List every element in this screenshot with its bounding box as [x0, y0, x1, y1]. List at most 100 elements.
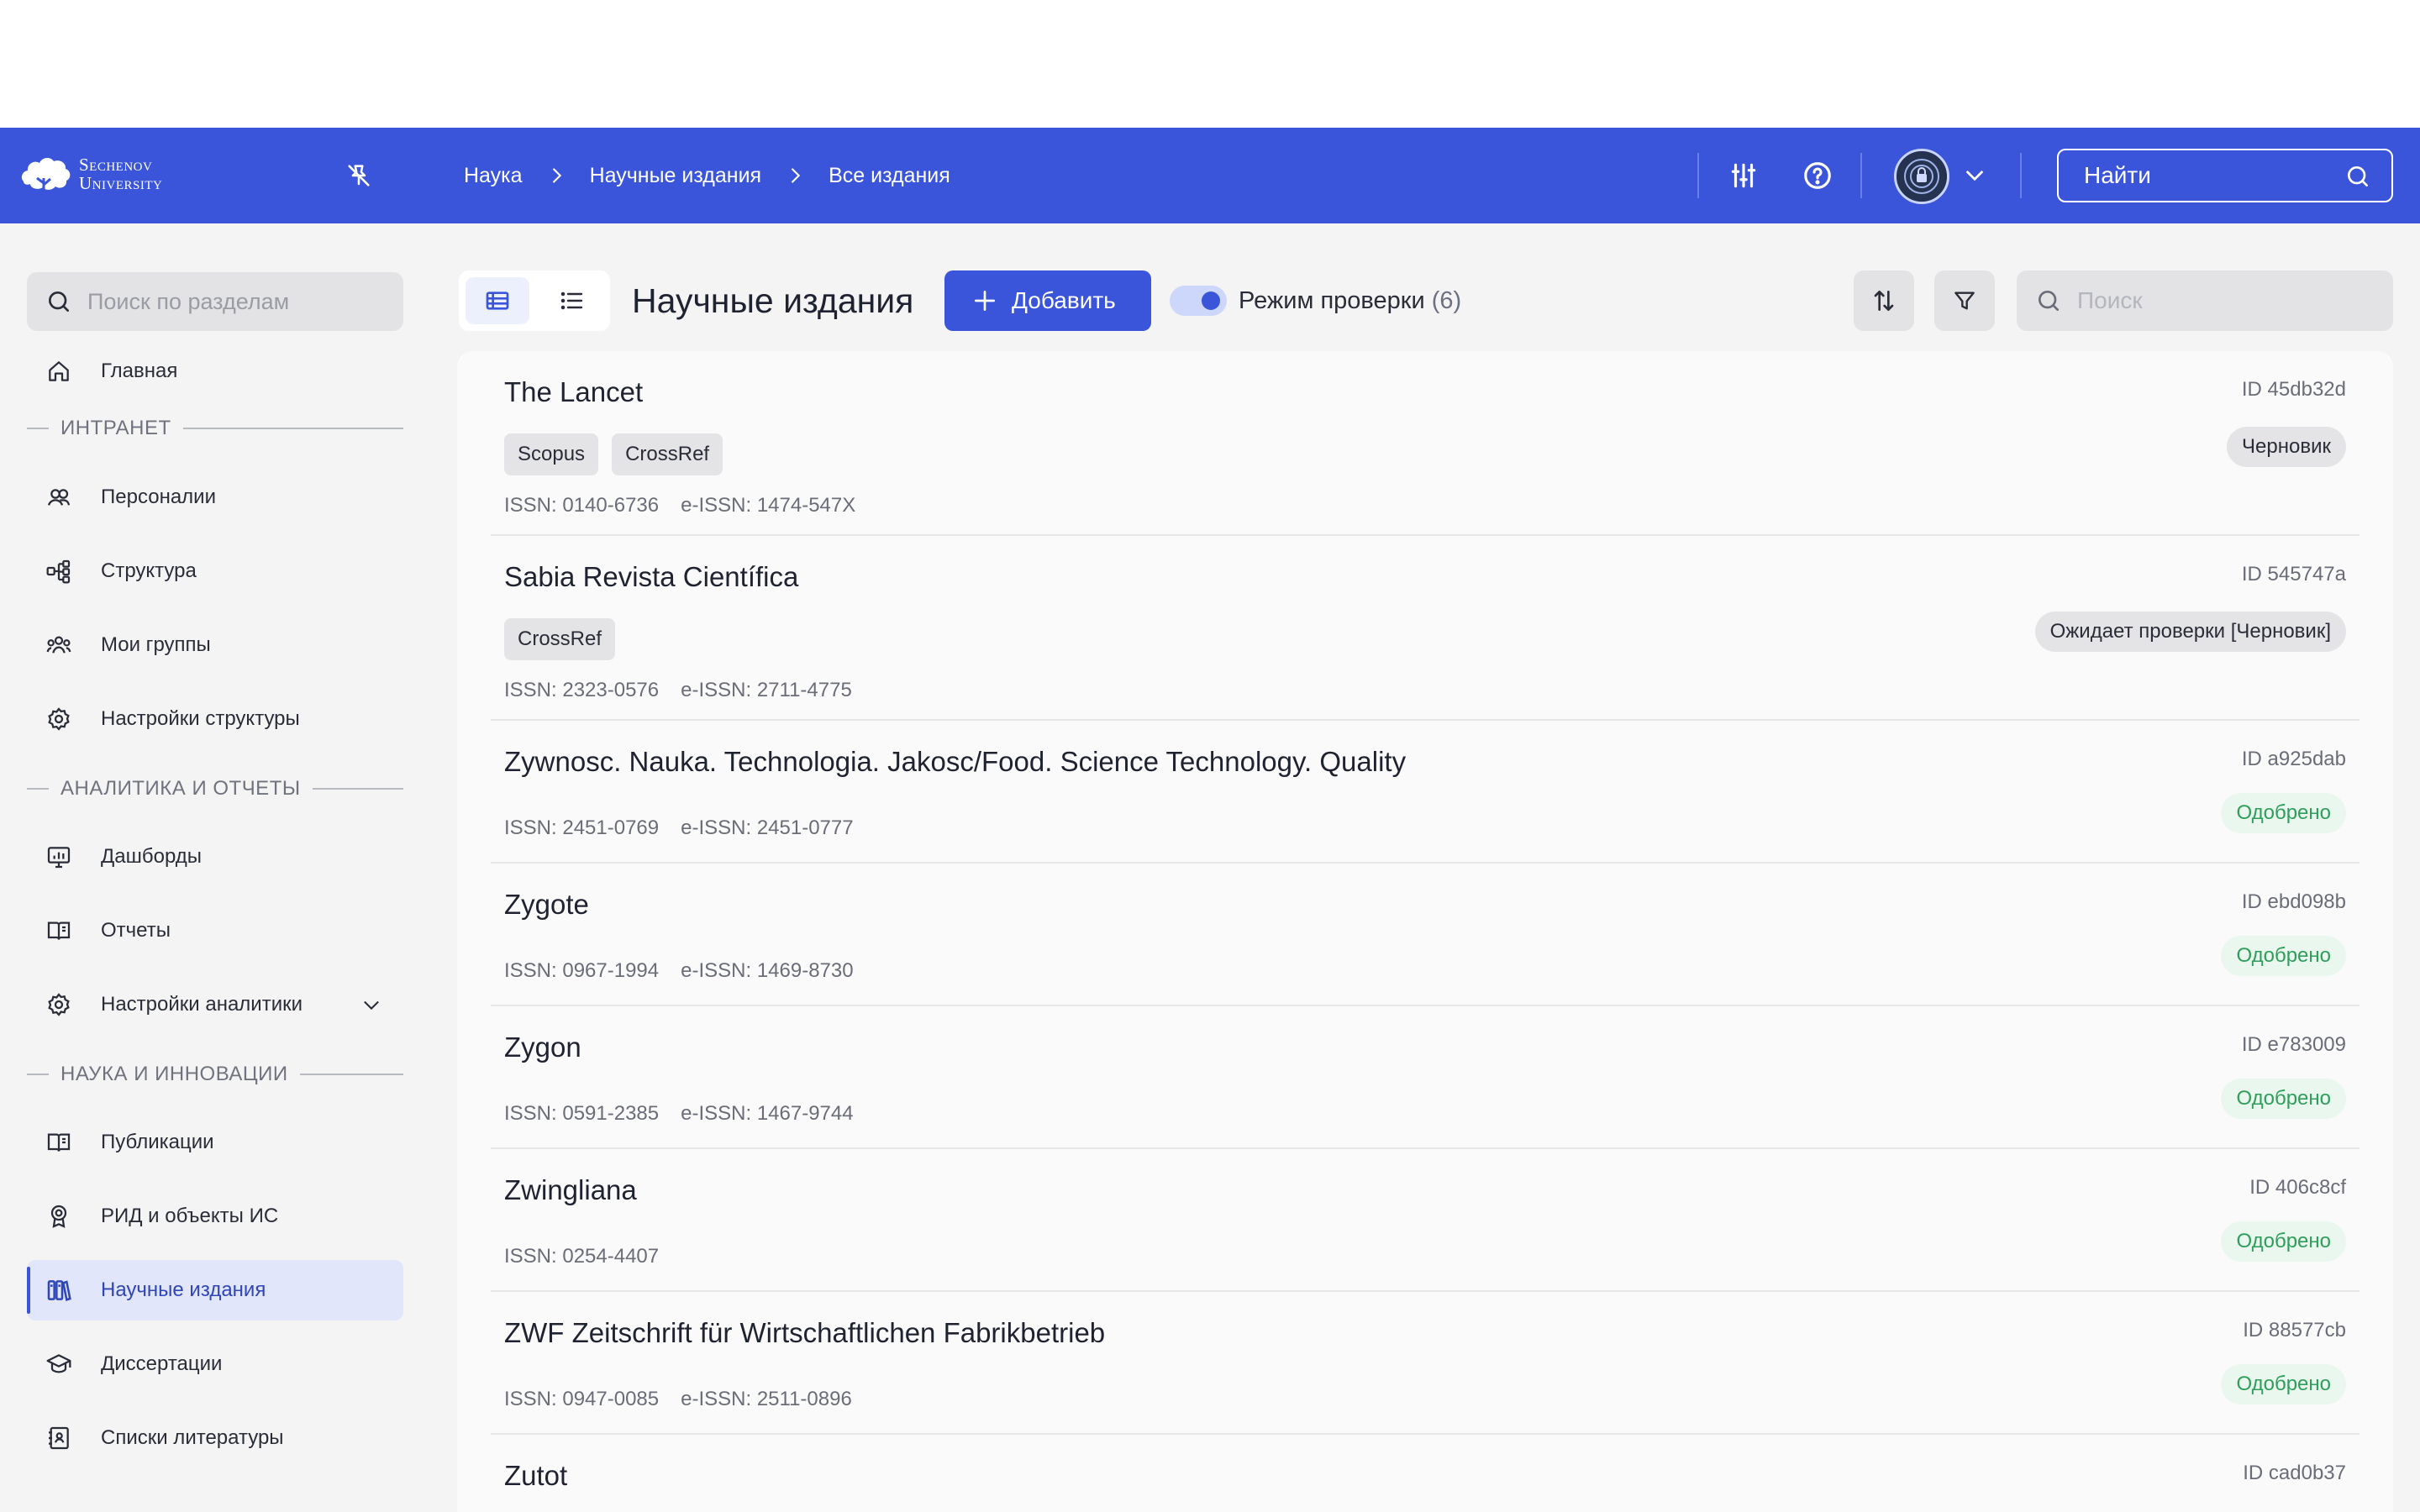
list-item[interactable]: Zygote ISSN: 0967-1994 e-ISSN: 1469-8730 …	[491, 864, 2360, 1006]
sidebar-item-publications[interactable]: Публикации	[27, 1112, 403, 1173]
plus-icon	[975, 291, 995, 311]
filter-icon	[1954, 291, 1975, 310]
journal-title[interactable]: ZWF Zeitschrift für Wirtschaftlichen Fab…	[504, 1317, 1105, 1349]
sidebar-item-dashboards[interactable]: Дашборды	[27, 827, 403, 887]
list-item[interactable]: Sabia Revista Científica CrossRef ISSN: …	[491, 536, 2360, 721]
page: Sechenov University Наука Научные издани…	[0, 128, 2420, 1512]
table-view-icon	[486, 291, 509, 310]
sidebar-item-dissertations[interactable]: Диссертации	[27, 1334, 403, 1394]
section-title: НАУКА И ИННОВАЦИИ	[60, 1063, 288, 1085]
list-icon	[560, 291, 583, 310]
dashboard-icon	[47, 847, 71, 869]
search-icon	[2039, 291, 2059, 311]
sidebar-item-analytics-settings[interactable]: Настройки аналитики	[27, 974, 403, 1035]
users-icon	[47, 489, 71, 506]
eissn: e-ISSN: 1474-547X	[681, 494, 856, 517]
section-analytics: АНАЛИТИКА И ОТЧЕТЫ	[27, 776, 403, 801]
eissn: e-ISSN: 2511-0896	[681, 1388, 852, 1410]
sidebar-item-structure-settings[interactable]: Настройки структуры	[27, 689, 403, 749]
breadcrumb-item-science[interactable]: Наука	[464, 164, 523, 188]
structure-icon	[46, 559, 71, 584]
avatar[interactable]	[1894, 149, 1949, 204]
review-mode-label: Режим проверки (6)	[1239, 282, 1461, 319]
journal-title[interactable]: Zygon	[504, 1032, 581, 1063]
settings-sliders-icon[interactable]	[1728, 160, 1760, 192]
eissn: e-ISSN: 2451-0777	[681, 816, 854, 839]
status-badge: Одобрено	[2221, 1364, 2346, 1404]
sidebar-item-label: Диссертации	[101, 1352, 223, 1375]
sort-icon	[1874, 291, 1894, 311]
sidebar-item-home[interactable]: Главная	[27, 341, 403, 402]
list-item[interactable]: ZWF Zeitschrift für Wirtschaftlichen Fab…	[491, 1292, 2360, 1435]
tag: Scopus	[504, 433, 599, 475]
issn-info: ISSN: 2323-0576 e-ISSN: 2711-4775	[504, 679, 852, 702]
journal-title[interactable]: The Lancet	[504, 376, 643, 408]
list-search-input[interactable]: Поиск	[2017, 270, 2393, 331]
journal-title[interactable]: Sabia Revista Científica	[504, 561, 798, 593]
breadcrumb-item-journals[interactable]: Научные издания	[590, 164, 762, 188]
sidebar-item-reports[interactable]: Отчеты	[27, 900, 403, 961]
unpin-icon[interactable]	[345, 161, 373, 190]
record-id: ID a925dab	[2241, 748, 2346, 770]
home-icon	[49, 361, 69, 381]
review-mode-switch[interactable]	[1170, 286, 1227, 316]
sidebar-item-bibliography[interactable]: Списки литературы	[27, 1408, 403, 1468]
journal-title[interactable]: Zwingliana	[504, 1174, 637, 1206]
issn: ISSN: 0591-2385	[504, 1102, 660, 1125]
sidebar-item-label: Главная	[101, 360, 178, 382]
breadcrumb-item-all[interactable]: Все издания	[829, 164, 950, 188]
record-id: ID cad0b37	[2243, 1462, 2346, 1484]
record-id: ID ebd098b	[2241, 890, 2346, 913]
sidebar-search-input[interactable]: Поиск по разделам	[27, 272, 403, 331]
global-search-label: Найти	[2084, 162, 2151, 188]
gear-icon	[48, 707, 70, 731]
sidebar-item-label: Настройки структуры	[101, 707, 300, 730]
filter-button[interactable]	[1934, 270, 1995, 331]
list-item[interactable]: Zutot ID cad0b37	[491, 1435, 2360, 1512]
sidebar-item-rid[interactable]: РИД и объекты ИС	[27, 1186, 403, 1247]
global-search-button[interactable]: Найти	[2057, 149, 2393, 202]
list-item[interactable]: Zygon ISSN: 0591-2385 e-ISSN: 1467-9744 I…	[491, 1006, 2360, 1149]
library-icon	[47, 1280, 71, 1301]
issn-info: ISSN: 2451-0769 e-ISSN: 2451-0777	[504, 816, 854, 840]
sidebar-item-label: Дашборды	[101, 845, 202, 868]
list-item[interactable]: Zwingliana ISSN: 0254-4407 ID 406c8cf Од…	[491, 1149, 2360, 1292]
sidebar-item-persons[interactable]: Персоналии	[27, 467, 403, 528]
top-bar: Sechenov University Наука Научные издани…	[0, 128, 2420, 223]
status-badge: Одобрено	[2221, 936, 2346, 976]
journal-title[interactable]: Zywnosc. Nauka. Technologia. Jakosc/Food…	[504, 746, 1406, 778]
sidebar-item-journals[interactable]: Научные издания	[27, 1260, 403, 1320]
breadcrumb: Наука Научные издания Все издания	[464, 128, 950, 223]
card-view-button[interactable]	[466, 277, 529, 324]
page-title: Научные издания	[632, 281, 914, 320]
issn-info: ISSN: 0947-0085 e-ISSN: 2511-0896	[504, 1388, 852, 1411]
sidebar-item-label: Публикации	[101, 1131, 214, 1153]
list-item[interactable]: Zywnosc. Nauka. Technologia. Jakosc/Food…	[491, 721, 2360, 864]
list-item[interactable]: The Lancet Scopus CrossRef ISSN: 0140-67…	[491, 351, 2360, 536]
sidebar-item-structure[interactable]: Структура	[27, 541, 403, 601]
add-button[interactable]: Добавить	[944, 270, 1151, 331]
journal-title[interactable]: Zutot	[504, 1460, 567, 1492]
issn: ISSN: 2323-0576	[504, 679, 660, 701]
logo-text: Sechenov University	[79, 155, 162, 192]
chevron-down-icon[interactable]	[1961, 161, 1988, 188]
issn: ISSN: 0254-4407	[504, 1245, 660, 1268]
list-view-button[interactable]	[539, 277, 603, 324]
group-icon	[46, 636, 71, 654]
review-mode-text: Режим проверки	[1239, 287, 1425, 314]
university-logo[interactable]: Sechenov University	[18, 153, 162, 195]
help-icon[interactable]	[1802, 160, 1833, 192]
chevron-down-icon[interactable]	[360, 993, 383, 1016]
journal-title[interactable]: Zygote	[504, 889, 589, 921]
sort-button[interactable]	[1854, 270, 1914, 331]
review-mode-count: (6)	[1431, 287, 1462, 314]
issn-info: ISSN: 0591-2385 e-ISSN: 1467-9744	[504, 1102, 854, 1126]
status-badge: Ожидает проверки [Черновик]	[2034, 612, 2346, 652]
section-intranet: ИНТРАНЕТ	[27, 416, 403, 441]
chevron-right-icon	[791, 168, 801, 183]
tag-list: Scopus CrossRef	[504, 433, 723, 475]
sidebar-item-groups[interactable]: Мои группы	[27, 615, 403, 675]
sidebar-search-placeholder: Поиск по разделам	[87, 288, 290, 314]
eissn: e-ISSN: 1467-9744	[681, 1102, 854, 1125]
sidebar-item-label: Персоналии	[101, 486, 216, 508]
